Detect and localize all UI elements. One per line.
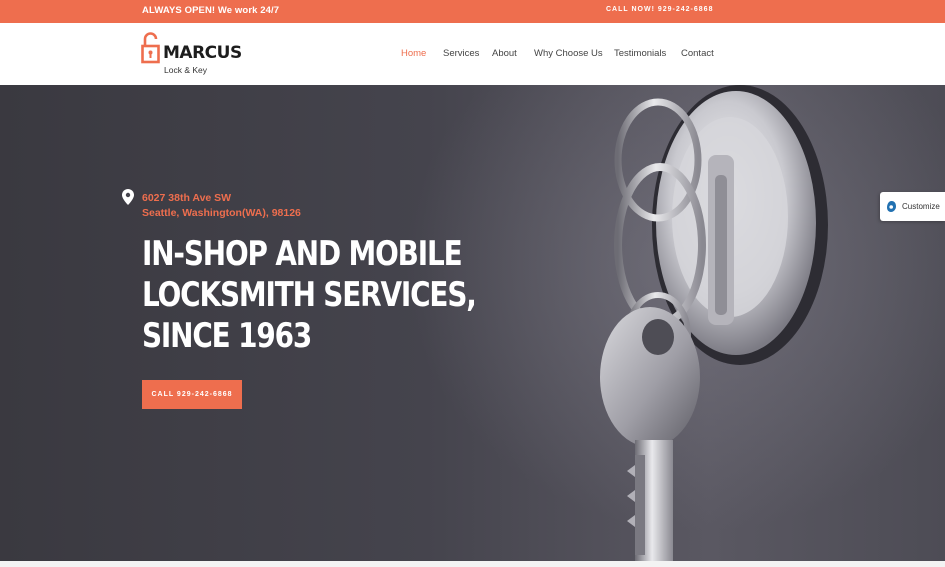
hero-headline: IN-SHOP AND MOBILE LOCKSMITH SERVICES, S… [142,234,486,357]
headline-line-1: IN-SHOP AND MOBILE [142,234,463,274]
key-in-lock-image [600,85,828,561]
top-bar: ALWAYS OPEN! We work 24/7 CALL NOW! 929-… [0,0,945,23]
section-divider [0,561,945,567]
customize-icon [887,201,896,212]
nav-services[interactable]: Services [443,48,479,59]
hero-section: 6027 38th Ave SW Seattle, Washington(WA)… [0,85,945,561]
logo-subtitle: Lock & Key [164,65,207,75]
call-now-link[interactable]: CALL NOW! 929-242-6868 [606,6,713,13]
headline-line-3: SINCE 1963 [142,316,312,356]
site-header: MARCUS Lock & Key Home Services About Wh… [0,23,945,85]
main-nav: Home Services About Why Choose Us Testim… [0,48,945,62]
nav-why-choose-us[interactable]: Why Choose Us [534,48,603,59]
nav-testimonials[interactable]: Testimonials [614,48,666,59]
map-pin-icon [122,189,134,205]
call-button[interactable]: CALL 929-242-6868 [142,380,242,409]
business-address: 6027 38th Ave SW Seattle, Washington(WA)… [142,191,301,221]
nav-contact[interactable]: Contact [681,48,714,59]
address-line-2: Seattle, Washington(WA), 98126 [142,207,301,219]
hours-text: ALWAYS OPEN! We work 24/7 [142,5,280,16]
address-line-1: 6027 38th Ave SW [142,192,232,204]
headline-line-2: LOCKSMITH SERVICES, [142,275,477,315]
nav-about[interactable]: About [492,48,517,59]
nav-home[interactable]: Home [401,48,426,59]
customize-label: Customize [902,202,940,211]
customize-button[interactable]: Customize [880,192,945,221]
